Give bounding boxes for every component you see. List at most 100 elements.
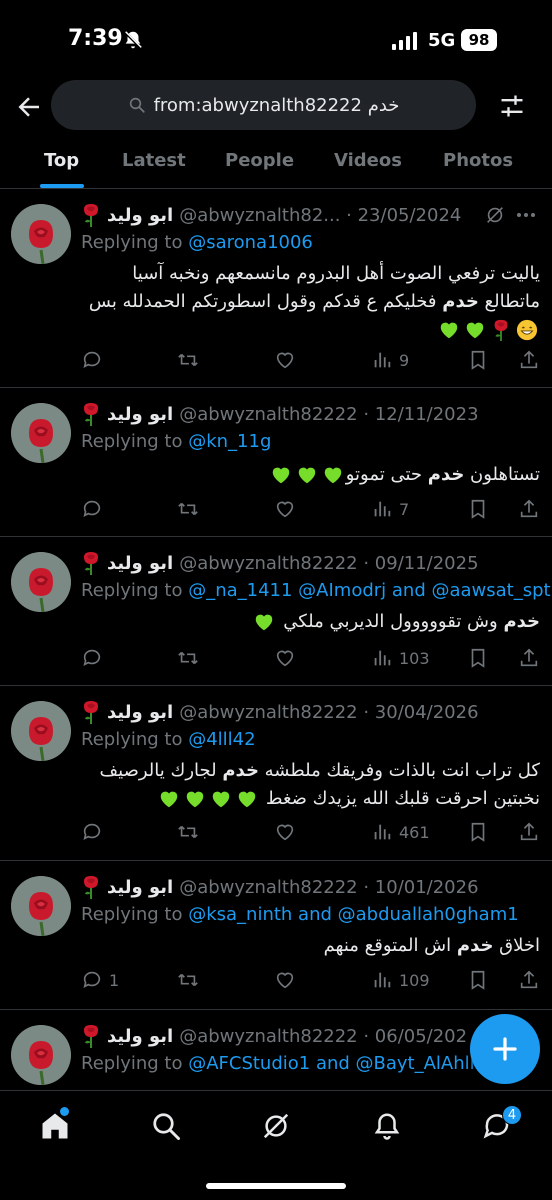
share-button[interactable] <box>518 646 540 670</box>
messages-badge: 4 <box>502 1105 522 1125</box>
bookmark-button[interactable] <box>467 646 489 670</box>
retweet-button[interactable] <box>177 968 199 992</box>
retweet-icon <box>177 821 199 843</box>
keyword-highlight: خدم <box>456 935 494 956</box>
search-nav-icon[interactable] <box>151 1111 181 1141</box>
tab-latest[interactable]: Latest <box>122 150 186 171</box>
share-button[interactable] <box>518 348 540 372</box>
share-button[interactable] <box>518 820 540 844</box>
handle-date: @abwyznalth82222 · 10/01/2026 <box>179 876 479 898</box>
mention-link[interactable]: @ksa_ninth and @abduallah0gham1 <box>188 904 519 925</box>
heart-icon <box>274 969 296 991</box>
tab-photos[interactable]: Photos <box>443 150 513 171</box>
notifications-icon[interactable] <box>372 1111 402 1141</box>
reply-button[interactable] <box>81 820 109 844</box>
display-name[interactable]: ابو وليد <box>107 205 173 226</box>
reply-button[interactable] <box>81 646 109 670</box>
mention-link[interactable]: @sarona1006 <box>188 232 313 253</box>
retweet-button[interactable] <box>177 820 199 844</box>
more-options-icon[interactable] <box>516 212 536 218</box>
retweet-icon <box>177 647 199 669</box>
tweet-item[interactable]: ابو وليد @abwyznalth82222 · 12/11/2023 R… <box>0 389 552 537</box>
search-input[interactable]: from:abwyznalth82222 خدم <box>51 80 476 130</box>
retweet-button[interactable] <box>177 646 199 670</box>
search-header: from:abwyznalth82222 خدم <box>0 80 552 132</box>
avatar[interactable] <box>11 204 71 264</box>
like-button[interactable] <box>274 820 296 844</box>
like-button[interactable] <box>274 968 296 992</box>
reply-icon <box>81 969 103 991</box>
handle-date: @abwyznalth82222 · 09/11/2025 <box>179 552 479 574</box>
bookmark-icon <box>467 647 489 669</box>
share-button[interactable] <box>518 968 540 992</box>
tab-people[interactable]: People <box>225 150 294 171</box>
bookmark-icon <box>467 349 489 371</box>
tweet-header: ابو وليد @abwyznalth82... · 23/05/2024 <box>81 202 461 228</box>
views-button[interactable]: 461 <box>371 820 430 844</box>
reply-button[interactable] <box>81 497 109 521</box>
mention-link[interactable]: @_na_1411 @AImodrj and @aawsat_spt <box>188 580 550 601</box>
avatar[interactable] <box>11 1025 71 1085</box>
bottom-navigation: 4 <box>0 1090 552 1200</box>
tweet-item[interactable]: ابو وليد @abwyznalth82222 · 10/01/2026 R… <box>0 862 552 1010</box>
tab-top[interactable]: Top <box>44 150 79 171</box>
tweet-text: خدم وش تقووووول الديربي ملكي <box>81 608 540 636</box>
mention-link[interactable]: @4lll42 <box>188 729 255 750</box>
plus-icon <box>493 1037 517 1061</box>
replying-to: Replying to @kn_11g <box>81 431 272 452</box>
mention-link[interactable]: @kn_11g <box>188 431 271 452</box>
back-arrow-icon[interactable] <box>14 92 44 122</box>
rose-emoji-icon <box>81 402 101 426</box>
keyword-highlight: خدم <box>503 611 540 632</box>
share-button[interactable] <box>518 497 540 521</box>
display-name[interactable]: ابو وليد <box>107 877 173 898</box>
avatar[interactable] <box>11 876 71 936</box>
display-name[interactable]: ابو وليد <box>107 702 173 723</box>
avatar[interactable] <box>11 403 71 463</box>
bookmark-icon <box>467 969 489 991</box>
avatar[interactable] <box>11 552 71 612</box>
grok-nav-icon[interactable] <box>261 1111 291 1141</box>
views-button[interactable]: 9 <box>371 348 409 372</box>
rose-emoji-icon <box>81 700 101 724</box>
tweet-text: اخلاق خدم اش المتوقع منهم <box>323 935 540 956</box>
like-button[interactable] <box>274 646 296 670</box>
mention-link[interactable]: @AFCStudio1 and @Bayt_AlAhli <box>188 1053 474 1074</box>
rose-emoji-icon <box>490 319 512 341</box>
tab-videos[interactable]: Videos <box>334 150 402 171</box>
replying-to: Replying to @_na_1411 @AImodrj and @aaws… <box>81 580 551 601</box>
display-name[interactable]: ابو وليد <box>107 1026 173 1047</box>
display-name[interactable]: ابو وليد <box>107 404 173 425</box>
rose-emoji-icon <box>81 875 101 899</box>
compose-post-button[interactable] <box>470 1014 540 1084</box>
share-icon <box>518 969 540 991</box>
views-button[interactable]: 103 <box>371 646 430 670</box>
views-button[interactable]: 109 <box>371 968 430 992</box>
bookmark-button[interactable] <box>467 820 489 844</box>
tweet-item[interactable]: ابو وليد @abwyznalth82222 · 09/11/2025 R… <box>0 538 552 686</box>
retweet-button[interactable] <box>177 497 199 521</box>
filter-sliders-icon[interactable] <box>498 92 526 120</box>
tweet-item[interactable]: ابو وليد @abwyznalth82222 · 30/04/2026 R… <box>0 687 552 861</box>
display-name[interactable]: ابو وليد <box>107 553 173 574</box>
like-button[interactable] <box>274 497 296 521</box>
green-heart-emoji-icon <box>253 611 275 633</box>
views-button[interactable]: 7 <box>371 497 409 521</box>
tweet-item[interactable]: ابو وليد @abwyznalth82... · 23/05/2024 R… <box>0 190 552 388</box>
views-icon <box>371 498 393 520</box>
bookmark-button[interactable] <box>467 348 489 372</box>
grinning-emoji-icon <box>516 319 538 341</box>
keyword-highlight: خدم <box>427 464 465 485</box>
battery-indicator: 98 <box>461 29 497 51</box>
reply-button[interactable]: 1 <box>81 968 119 992</box>
green-heart-emoji-icon <box>210 788 232 810</box>
reply-icon <box>81 498 103 520</box>
grok-icon[interactable] <box>484 204 506 226</box>
like-button[interactable] <box>274 348 296 372</box>
retweet-button[interactable] <box>177 348 199 372</box>
reply-button[interactable] <box>81 348 109 372</box>
bookmark-button[interactable] <box>467 497 489 521</box>
bookmark-button[interactable] <box>467 968 489 992</box>
avatar[interactable] <box>11 701 71 761</box>
search-tabs: Top Latest People Videos Photos <box>0 140 552 189</box>
